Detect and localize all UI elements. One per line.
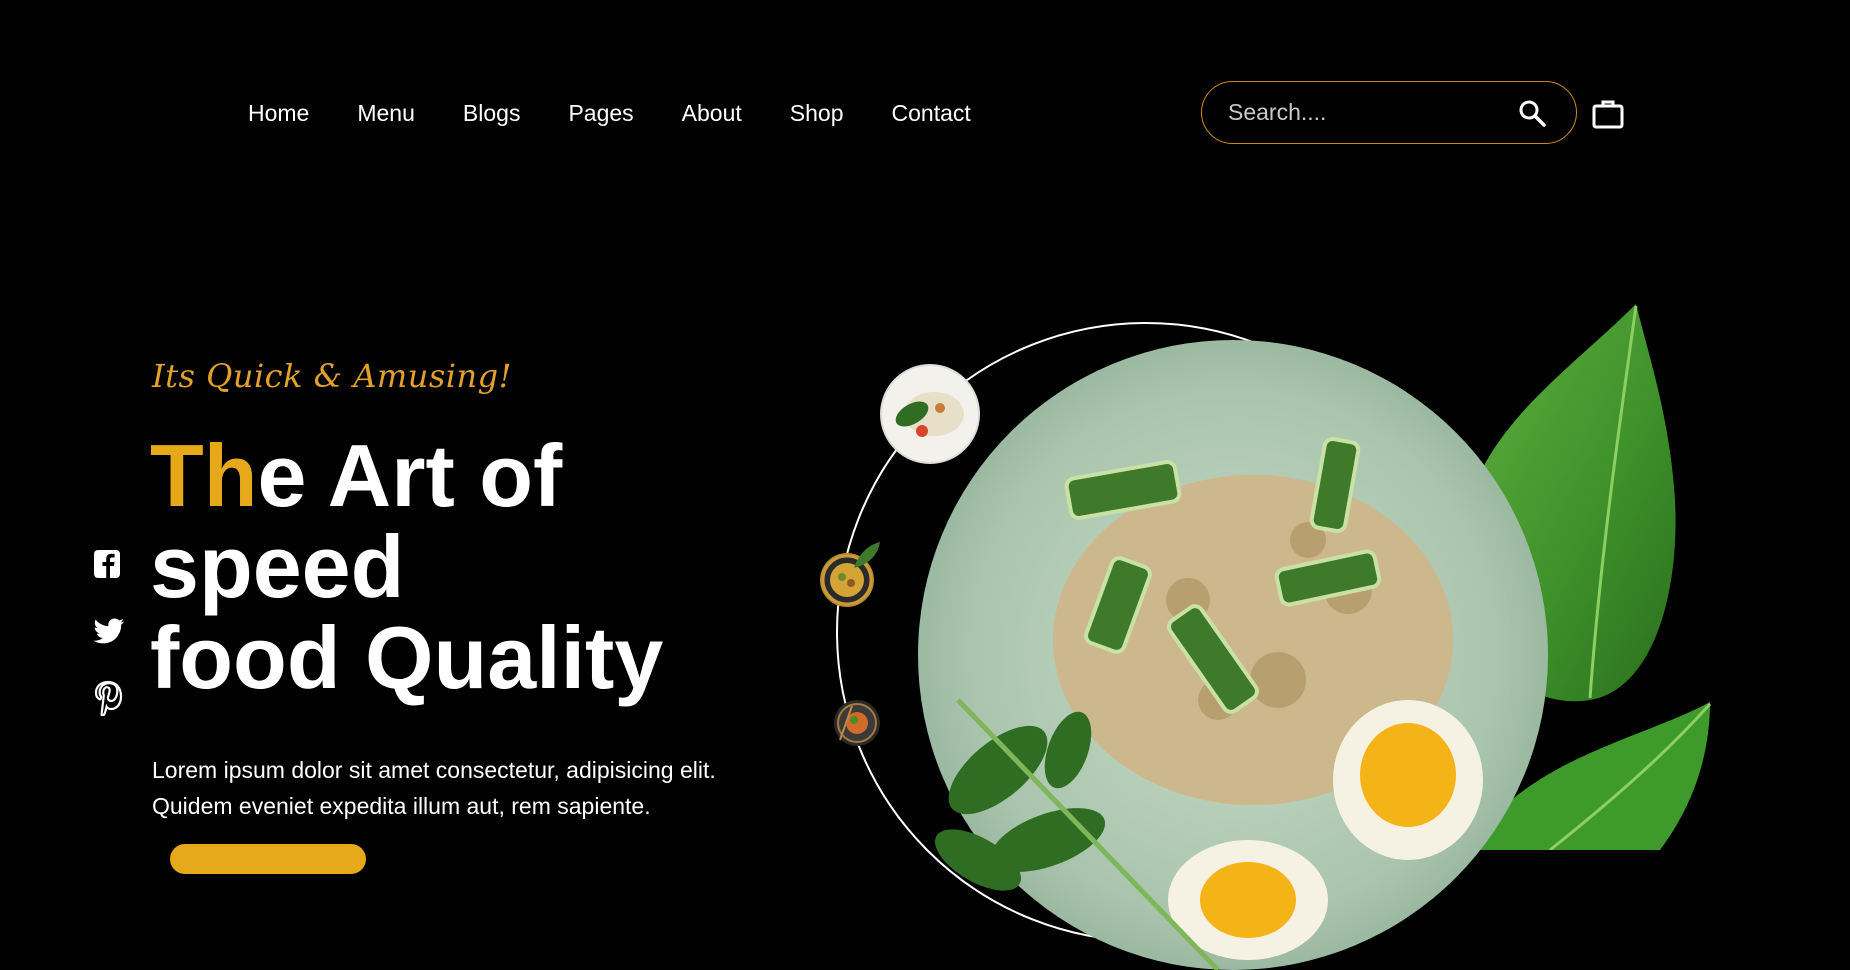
description-line2: Quidem eveniet expedita illum aut, rem s…	[152, 793, 651, 819]
hero-cta-button[interactable]	[170, 844, 366, 874]
main-nav: Home Menu Blogs Pages About Shop Contact	[248, 96, 1019, 130]
search-icon[interactable]	[1518, 99, 1546, 127]
twitter-icon[interactable]	[93, 617, 125, 645]
headline-line1: e Art of	[257, 426, 563, 525]
headline-line3: food Quality	[150, 608, 664, 707]
hero-headline: The Art of speed food Quality	[150, 430, 663, 703]
headline-highlight: Th	[150, 426, 258, 525]
nav-pages[interactable]: Pages	[568, 96, 633, 130]
food-plate-image	[918, 340, 1548, 970]
nav-shop[interactable]: Shop	[790, 96, 844, 130]
search-input[interactable]	[1226, 98, 1500, 127]
description-line1: Lorem ipsum dolor sit amet consectetur, …	[152, 757, 716, 783]
nav-contact[interactable]: Contact	[892, 96, 971, 130]
facebook-icon[interactable]	[93, 549, 121, 579]
nav-about[interactable]: About	[682, 96, 742, 130]
nav-menu[interactable]: Menu	[357, 96, 415, 130]
headline-line2: speed	[150, 517, 405, 616]
nav-blogs[interactable]: Blogs	[463, 96, 521, 130]
search-box	[1201, 81, 1577, 144]
bag-icon[interactable]	[1591, 97, 1625, 131]
hero-description: Lorem ipsum dolor sit amet consectetur, …	[152, 752, 716, 824]
herb-leaf-decoration	[854, 542, 880, 568]
pinterest-icon[interactable]	[93, 680, 123, 716]
thumbnail-dish-3[interactable]	[834, 700, 880, 746]
hero-tagline: Its Quick & Amusing!	[152, 357, 512, 395]
thumbnail-dish-1[interactable]	[880, 364, 980, 464]
nav-home[interactable]: Home	[248, 96, 309, 130]
